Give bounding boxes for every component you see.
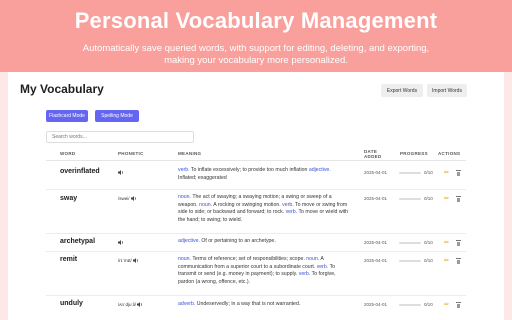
hero-banner: Personal Vocabulary Management Automatic… [0,0,512,72]
phonetic-value: /ʌnˈdjuːli/ [118,302,137,307]
meaning-part: To inflate excessively; to provide too m… [189,167,309,173]
part-of-speech: verb. [282,201,294,208]
trash-icon[interactable] [456,302,461,308]
hero-title: Personal Vocabulary Management [74,8,438,33]
progress-bar [399,260,421,262]
progress-bar [399,304,421,306]
table-row: unduly /ʌnˈdjuːli/ adverb. Undeservedly;… [46,296,466,320]
speaker-icon[interactable] [130,196,137,202]
progress-text: 0/10 [424,258,433,263]
date-added: 2025-04-01 [364,240,388,245]
speaker-icon[interactable] [137,302,143,308]
meaning-text: noun. The act of swaying; a swaying moti… [178,194,350,224]
meaning-text: verb. To inflate excessively; to provide… [178,167,350,182]
import-words-button[interactable]: Import Words [427,84,467,97]
pencil-icon[interactable]: ✏ [444,257,449,264]
pencil-icon[interactable]: ✏ [444,169,449,176]
meaning-part: Terms of reference; set of responsibilit… [190,256,307,262]
meaning-text: adverb. Undeservedly; in a way that is n… [178,301,350,309]
trash-icon[interactable] [456,196,461,202]
progress-bar [399,172,421,174]
word-text: archetypal [60,238,96,245]
speaker-icon[interactable] [118,240,124,245]
pencil-icon[interactable]: ✏ [444,301,449,308]
meaning-part: Undeservedly; in a way that is not warra… [195,301,301,307]
vocabulary-panel: My Vocabulary Export Words Import Words … [8,72,504,320]
spelling-mode-button[interactable]: Spelling Mode [95,110,139,122]
progress-text: 0/10 [424,196,433,201]
word-text: sway [60,195,78,202]
part-of-speech: noun. [199,201,213,208]
table-row: archetypal adjective. Of or pertaining t… [46,234,466,252]
progress-text: 0/10 [424,302,433,307]
column-actions: ACTIONS [438,151,461,156]
word-text: overinflated [60,168,100,175]
speaker-icon[interactable] [132,258,139,264]
date-added: 2025-04-01 [364,258,388,263]
table-row: overinflated verb. To inflate excessivel… [46,162,466,190]
part-of-speech: noun. [178,256,191,262]
pencil-icon[interactable]: ✏ [444,239,449,246]
export-words-button[interactable]: Export Words [381,84,423,97]
part-of-speech: adjective. [178,238,200,244]
table-header: WORD PHONETIC MEANING DATE ADDED PROGRES… [46,148,466,161]
meaning-text: adjective. Of or pertaining to an archet… [178,238,350,246]
speaker-icon[interactable] [118,170,124,175]
part-of-speech: verb. [285,209,298,215]
part-of-speech: noun. [306,256,320,262]
column-meaning: MEANING [178,151,202,156]
meaning-part: Inflated; exaggerated [178,174,227,181]
flashcard-mode-button[interactable]: Flashcard Mode [46,110,88,122]
trash-icon[interactable] [456,170,461,176]
table-row: remit /rɪˈmɪt/ noun. Terms of reference;… [46,252,466,296]
meaning-part: A rocking or swinging motion. [212,201,283,208]
hero-subtitle: Automatically save queried words, with s… [82,43,430,66]
phonetic-text: /swei/ [118,196,137,202]
word-text: unduly [60,300,83,307]
part-of-speech: verb. [316,263,329,270]
panel-title: My Vocabulary [20,82,104,96]
table-row: sway /swei/ noun. The act of swaying; a … [46,190,466,234]
phonetic-text: /ʌnˈdjuːli/ [118,302,143,308]
progress-text: 0/10 [424,170,433,175]
part-of-speech: verb. [298,271,311,277]
part-of-speech: noun. [178,194,191,200]
phonetic-value: /swei/ [118,196,130,201]
column-progress: PROGRESS [400,151,428,156]
meaning-text: noun. Terms of reference; set of respons… [178,256,350,286]
progress-text: 0/10 [424,240,433,245]
trash-icon[interactable] [456,240,461,246]
column-word: WORD [60,151,76,156]
date-added: 2025-04-01 [364,170,388,175]
word-text: remit [60,256,78,263]
trash-icon[interactable] [456,258,461,264]
column-date-added: DATE ADDED [364,149,382,159]
part-of-speech: adverb. [178,301,196,307]
column-phonetic: PHONETIC [118,151,144,156]
progress-bar [399,242,421,244]
date-added: 2025-04-01 [364,196,388,201]
part-of-speech: verb. [178,167,190,173]
phonetic-value: /rɪˈmɪt/ [118,258,132,263]
meaning-part: Of or pertaining to an archetype. [199,238,276,244]
pencil-icon[interactable]: ✏ [444,195,449,202]
part-of-speech: adjective. [308,167,331,173]
phonetic-text: /rɪˈmɪt/ [118,258,139,264]
search-input[interactable] [46,131,194,143]
progress-bar [399,198,421,200]
date-added: 2025-04-01 [364,302,388,307]
